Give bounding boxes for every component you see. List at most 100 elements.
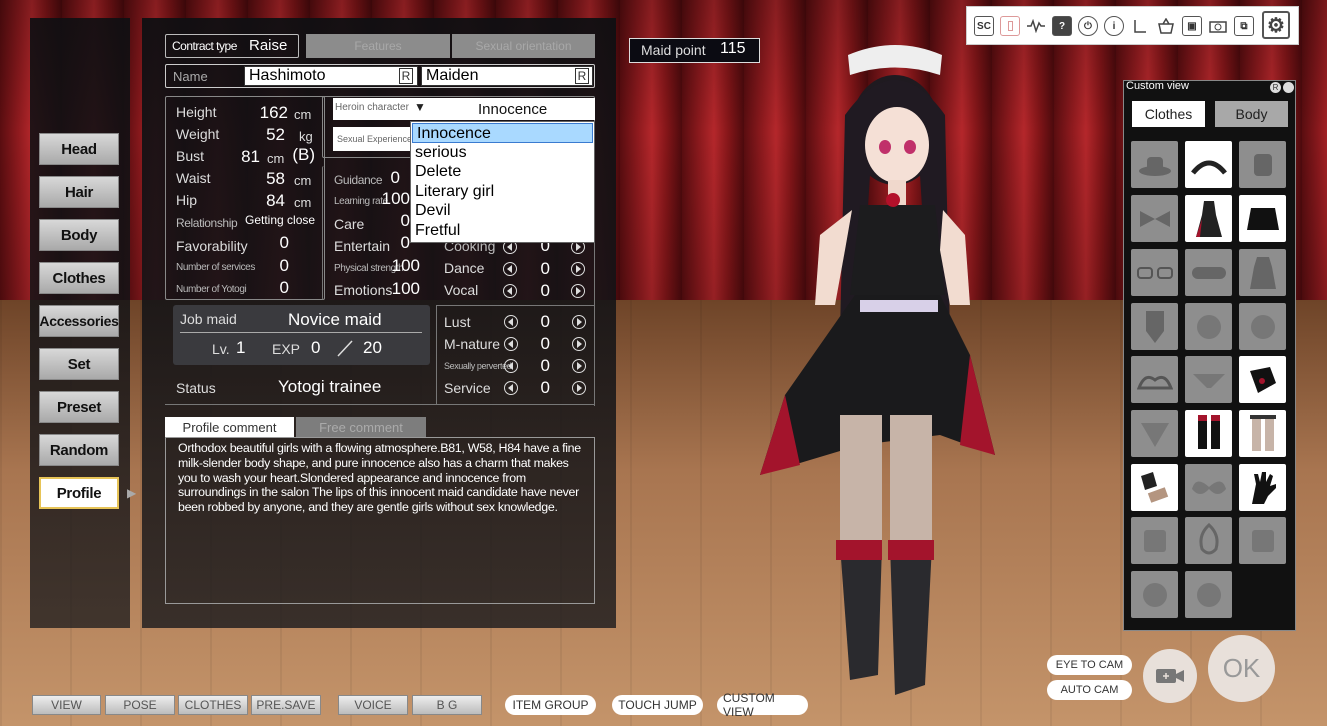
info-icon[interactable]: i bbox=[1104, 16, 1124, 36]
tab-profile-comment[interactable]: Profile comment bbox=[165, 417, 294, 437]
headdress-icon[interactable] bbox=[1185, 141, 1232, 188]
mask-icon[interactable] bbox=[1185, 249, 1232, 296]
nav-set-button[interactable]: Set bbox=[39, 348, 119, 380]
dropdown-option-innocence[interactable]: Innocence bbox=[412, 123, 593, 143]
tab-free-comment[interactable]: Free comment bbox=[296, 417, 426, 437]
bow-icon[interactable] bbox=[1131, 195, 1178, 242]
service-increase-button[interactable] bbox=[572, 381, 586, 395]
dance-decrease-button[interactable] bbox=[503, 262, 517, 276]
nav-head-button[interactable]: Head bbox=[39, 133, 119, 165]
dropdown-option-devil[interactable]: Devil bbox=[411, 201, 594, 221]
wings-icon[interactable] bbox=[1185, 464, 1232, 511]
stockings-icon[interactable] bbox=[1239, 410, 1286, 457]
dress-icon[interactable] bbox=[1185, 195, 1232, 242]
custom-view-reset-icon[interactable]: R bbox=[1270, 82, 1281, 93]
maid-point-label: Maid point bbox=[641, 42, 706, 58]
first-name-input[interactable]: Hashimoto bbox=[244, 66, 418, 86]
shop-icon[interactable] bbox=[1156, 16, 1176, 36]
corner-icon[interactable] bbox=[1130, 16, 1150, 36]
settings-gear-icon[interactable]: ⚙ bbox=[1262, 11, 1290, 39]
boots-icon[interactable] bbox=[1185, 410, 1232, 457]
tab-sexual-orientation[interactable]: Sexual orientation bbox=[452, 34, 595, 58]
apron-icon[interactable] bbox=[1239, 249, 1286, 296]
nav-hair-button[interactable]: Hair bbox=[39, 176, 119, 208]
dropdown-option-fretful[interactable]: Fretful bbox=[411, 221, 594, 241]
bottom-icon[interactable] bbox=[1239, 303, 1286, 350]
touch-jump-button[interactable]: TOUCH JUMP bbox=[612, 695, 703, 715]
last-name-reset-button[interactable]: R bbox=[575, 68, 589, 84]
physical-strength-value: 100 bbox=[391, 256, 420, 275]
hat-icon[interactable] bbox=[1131, 141, 1178, 188]
tab-features[interactable]: Features bbox=[306, 34, 450, 58]
nav-preset-button[interactable]: Preset bbox=[39, 391, 119, 423]
dropdown-option-delete[interactable]: Delete bbox=[411, 162, 594, 182]
vocal-increase-button[interactable] bbox=[571, 284, 585, 298]
help-icon[interactable]: ? bbox=[1052, 16, 1072, 36]
sexually-perverted-increase-button[interactable] bbox=[572, 359, 586, 373]
item-group-button[interactable]: ITEM GROUP bbox=[505, 695, 596, 715]
lust-increase-button[interactable] bbox=[572, 315, 586, 329]
m-nature-label: M-nature bbox=[444, 336, 501, 352]
service-decrease-button[interactable] bbox=[504, 381, 518, 395]
wrist-accessory-icon[interactable] bbox=[1131, 464, 1178, 511]
swimsuit-icon[interactable] bbox=[1131, 303, 1178, 350]
accessory-slot-1-icon[interactable] bbox=[1131, 517, 1178, 564]
toggle-icon[interactable] bbox=[1000, 16, 1020, 36]
custom-view-button[interactable]: CUSTOM VIEW bbox=[717, 691, 808, 719]
ok-button[interactable]: OK bbox=[1208, 635, 1275, 702]
m-nature-increase-button[interactable] bbox=[572, 337, 586, 351]
custom-view-minimize-icon[interactable] bbox=[1283, 82, 1294, 93]
relationship-label: Relationship bbox=[176, 216, 238, 230]
accessory-slot-4-icon[interactable] bbox=[1185, 571, 1232, 618]
clothes-button[interactable]: CLOTHES bbox=[178, 695, 248, 715]
weight-label: Weight bbox=[176, 126, 220, 142]
last-name-input[interactable]: Maiden bbox=[421, 66, 593, 86]
bra-icon[interactable] bbox=[1131, 356, 1178, 403]
accessory-slot-3-icon[interactable] bbox=[1131, 571, 1178, 618]
panties-icon[interactable] bbox=[1185, 356, 1232, 403]
dropdown-option-literary-girl[interactable]: Literary girl bbox=[411, 182, 594, 202]
lust-decrease-button[interactable] bbox=[504, 315, 518, 329]
pre-save-button[interactable]: PRE.SAVE bbox=[251, 695, 321, 715]
controller-icon[interactable]: ⧉ bbox=[1234, 16, 1254, 36]
skirt-icon[interactable] bbox=[1239, 195, 1286, 242]
glasses-icon[interactable] bbox=[1131, 249, 1178, 296]
tab-body[interactable]: Body bbox=[1215, 101, 1288, 127]
exp-label: EXP bbox=[272, 341, 301, 357]
hair-accessory-icon[interactable] bbox=[1239, 141, 1286, 188]
auto-cam-button[interactable]: AUTO CAM bbox=[1047, 680, 1132, 700]
earring-icon[interactable] bbox=[1185, 517, 1232, 564]
dropdown-option-serious[interactable]: serious bbox=[411, 143, 594, 163]
nav-random-button[interactable]: Random bbox=[39, 434, 119, 466]
nav-accessories-button[interactable]: Accessories bbox=[39, 305, 119, 337]
power-icon[interactable]: ⏻ bbox=[1078, 16, 1098, 36]
video-camera-button[interactable] bbox=[1143, 649, 1197, 703]
height-unit: cm bbox=[294, 107, 312, 122]
level-label: Lv. bbox=[212, 341, 230, 357]
pose-button[interactable]: POSE bbox=[105, 695, 175, 715]
vocal-decrease-button[interactable] bbox=[503, 284, 517, 298]
socks-icon[interactable] bbox=[1131, 410, 1178, 457]
voice-button[interactable]: VOICE bbox=[338, 695, 408, 715]
heroin-character-dropdown: Innocence serious Delete Literary girl D… bbox=[410, 121, 595, 243]
nav-profile-button[interactable]: Profile bbox=[39, 477, 119, 509]
favorability-value: 0 bbox=[279, 233, 289, 252]
nav-body-button[interactable]: Body bbox=[39, 219, 119, 251]
camera-icon[interactable] bbox=[1208, 16, 1228, 36]
nav-clothes-button[interactable]: Clothes bbox=[39, 262, 119, 294]
m-nature-decrease-button[interactable] bbox=[504, 337, 518, 351]
gloves-icon[interactable] bbox=[1239, 356, 1286, 403]
bg-button[interactable]: B G bbox=[412, 695, 482, 715]
gallery-icon[interactable]: ▣ bbox=[1182, 16, 1202, 36]
pulse-icon[interactable] bbox=[1026, 16, 1046, 36]
hand-glove-icon[interactable] bbox=[1239, 464, 1286, 511]
first-name-reset-button[interactable]: R bbox=[399, 68, 413, 84]
top-icon[interactable] bbox=[1185, 303, 1232, 350]
dance-increase-button[interactable] bbox=[571, 262, 585, 276]
eye-to-cam-button[interactable]: EYE TO CAM bbox=[1047, 655, 1132, 675]
sc-icon[interactable]: SC bbox=[974, 16, 994, 36]
sexually-perverted-decrease-button[interactable] bbox=[504, 359, 518, 373]
accessory-slot-2-icon[interactable] bbox=[1239, 517, 1286, 564]
tab-clothes[interactable]: Clothes bbox=[1132, 101, 1205, 127]
view-button[interactable]: VIEW bbox=[32, 695, 101, 715]
